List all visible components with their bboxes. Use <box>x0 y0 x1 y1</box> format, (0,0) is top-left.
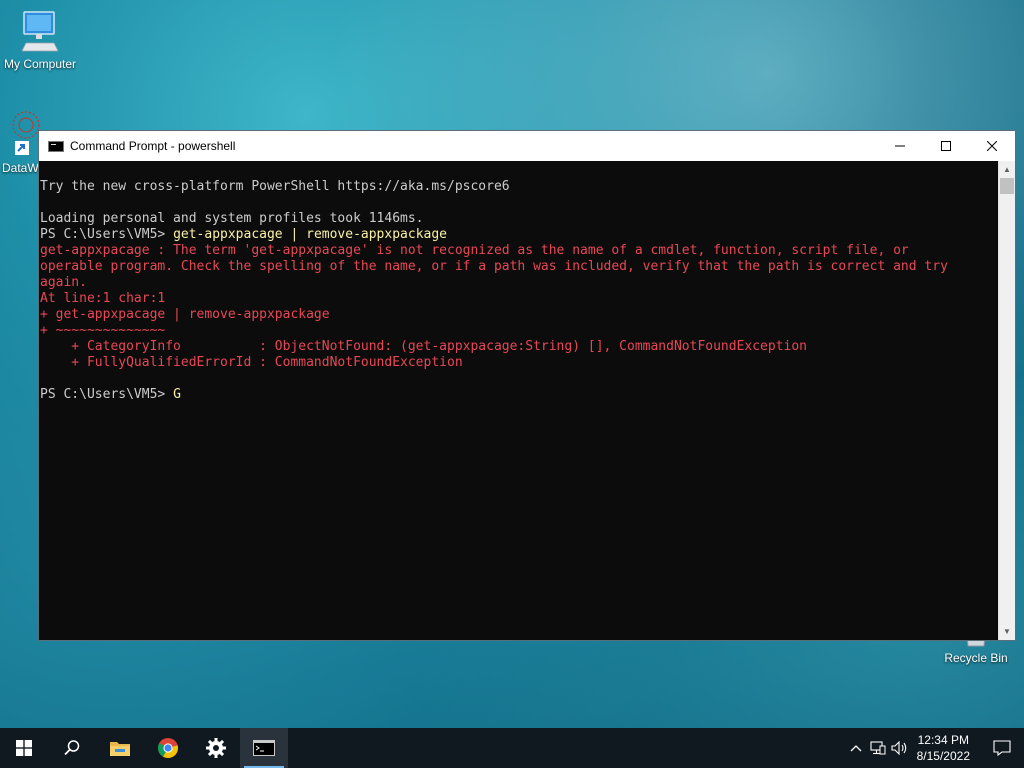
maximize-icon <box>941 141 951 151</box>
console-line: get-appxpacage : The term 'get-appxpacag… <box>40 243 909 258</box>
scroll-up-arrow-icon[interactable]: ▲ <box>999 161 1015 178</box>
console-line: PS C:\Users\VM5> G <box>40 387 999 403</box>
console-line: PS C:\Users\VM5> get-appxpacage | remove… <box>40 227 999 243</box>
console-line: At line:1 char:1 <box>40 291 166 306</box>
show-hidden-icons-chevron-icon[interactable] <box>845 728 867 768</box>
clock-date: 8/15/2022 <box>916 749 970 763</box>
windows-logo-icon <box>16 740 32 756</box>
console-output[interactable]: Try the new cross-platform PowerShell ht… <box>39 161 999 640</box>
gear-icon <box>206 738 226 758</box>
terminal-icon <box>253 740 275 756</box>
chrome-icon <box>158 738 179 759</box>
maximize-button[interactable] <box>923 131 969 161</box>
network-icon[interactable] <box>867 728 889 768</box>
console-line: operable program. Check the spelling of … <box>40 259 948 274</box>
desktop-icon-label: Recycle Bin <box>944 651 1008 665</box>
console-prompt: PS C:\Users\VM5> <box>40 227 174 242</box>
close-icon <box>987 141 997 151</box>
console-prompt: PS C:\Users\VM5> <box>40 387 174 402</box>
console-line: + ~~~~~~~~~~~~~~ <box>40 323 166 338</box>
taskbar-clock[interactable]: 12:34 PM 8/15/2022 <box>917 732 970 764</box>
folder-icon <box>110 742 130 756</box>
start-button[interactable] <box>0 728 48 768</box>
desktop-icon-my-computer[interactable]: My Computer <box>2 10 78 71</box>
command-prompt-window[interactable]: Command Prompt - powershell Try the new … <box>38 130 1016 641</box>
desktop-icon-datawrapper[interactable]: DataW <box>2 108 42 175</box>
scroll-thumb[interactable] <box>1000 178 1014 194</box>
console-line: + get-appxpacage | remove-appxpackage <box>40 307 330 322</box>
minimize-button[interactable] <box>877 131 923 161</box>
console-line: Try the new cross-platform PowerShell ht… <box>40 179 510 194</box>
console-line: + FullyQualifiedErrorId : CommandNotFoun… <box>40 355 463 370</box>
console-line: again. <box>40 275 87 290</box>
console-command: G <box>173 387 181 402</box>
vertical-scrollbar[interactable]: ▲ ▼ <box>998 161 1015 640</box>
search-icon <box>64 740 80 756</box>
chrome-button[interactable] <box>144 728 192 768</box>
console-line: Loading personal and system profiles too… <box>40 211 424 226</box>
volume-icon[interactable] <box>889 728 911 768</box>
datawrapper-icon <box>12 111 40 155</box>
file-explorer-button[interactable] <box>96 728 144 768</box>
desktop-icon-label: My Computer <box>3 57 77 71</box>
desktop-icon-label: DataW <box>2 161 39 175</box>
scroll-down-arrow-icon[interactable]: ▼ <box>999 623 1015 640</box>
minimize-icon <box>895 145 905 147</box>
console-command: get-appxpacage | remove-appxpackage <box>173 227 447 242</box>
settings-button[interactable] <box>192 728 240 768</box>
window-title: Command Prompt - powershell <box>70 139 236 153</box>
console-line: + CategoryInfo : ObjectNotFound: (get-ap… <box>40 339 808 354</box>
clock-time: 12:34 PM <box>917 733 969 747</box>
close-button[interactable] <box>969 131 1015 161</box>
search-button[interactable] <box>48 728 96 768</box>
window-controls <box>877 131 1015 161</box>
taskbar: 12:34 PM 8/15/2022 <box>0 728 1024 768</box>
action-center-button[interactable] <box>980 728 1024 768</box>
notification-icon <box>993 740 1011 756</box>
monitor-icon <box>21 11 59 52</box>
window-titlebar[interactable]: Command Prompt - powershell <box>39 131 1015 161</box>
system-tray: 12:34 PM 8/15/2022 <box>845 728 1024 768</box>
terminal-icon <box>48 140 64 152</box>
command-prompt-button[interactable] <box>240 728 288 768</box>
